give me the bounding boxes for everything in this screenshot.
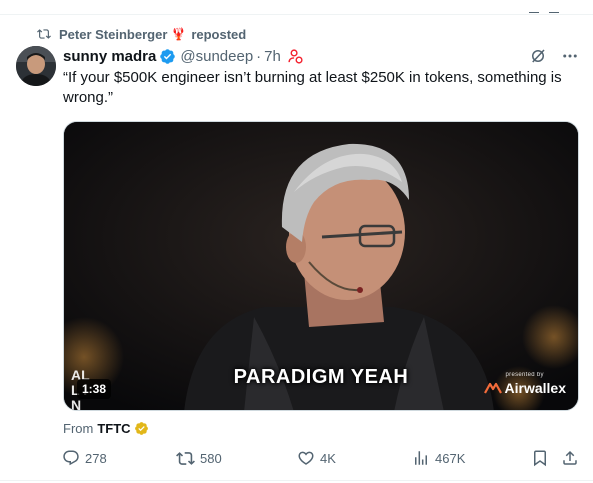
views-icon [415,451,427,465]
repost-button[interactable]: 580 [176,449,222,468]
tweet-header: sunny madra @sundeep · 7h [63,46,304,66]
sponsor-watermark: presented by Airwallex [483,372,566,396]
bottom-divider [0,480,593,481]
media-source: From TFTC [63,419,149,437]
repost-icon [37,29,51,39]
subscribe-icon[interactable] [287,48,304,65]
meta-separator: · [256,47,262,65]
repost-label: reposted [191,26,247,42]
previous-post-actions-edge [519,0,579,13]
airwallex-logo-icon [483,382,502,394]
sponsor-name: Airwallex [504,380,566,396]
repost-count: 580 [200,451,222,466]
gold-badge-icon[interactable] [134,421,149,436]
repost-context: Peter Steinberger 🦞 reposted [37,25,246,43]
reply-button[interactable]: 278 [62,449,107,467]
bookmark-icon [534,450,546,467]
avatar[interactable] [16,46,56,86]
author-handle[interactable]: @sundeep [180,48,253,65]
more-icon[interactable] [561,47,579,65]
tweet-header-actions [529,46,579,66]
views-button[interactable]: 467K [412,449,465,467]
tweet-text: “If your $500K engineer isn’t burning at… [63,69,562,106]
repost-icon [176,452,195,465]
view-count: 467K [435,450,466,466]
reply-icon [63,450,79,466]
lobster-icon: 🦞 [171,27,187,41]
post-time[interactable]: 7h [264,48,281,65]
video-duration: 1:38 [77,379,112,399]
video-player[interactable]: ALL IN PARADIGM YEAH 1:38 presented by A… [63,121,579,411]
from-label: From [63,420,94,436]
like-button[interactable]: 4K [297,449,336,467]
reply-count: 278 [85,450,107,466]
bookmark-button[interactable] [531,449,554,467]
share-button[interactable] [561,449,584,467]
reposter-name[interactable]: Peter Steinberger [59,27,167,42]
top-divider [0,14,593,15]
grok-icon[interactable] [529,47,547,65]
verified-badge-icon[interactable] [159,48,176,65]
action-bar: 278 580 4K 467K [60,449,585,469]
sponsor-label: presented by [505,372,544,378]
like-icon [298,451,314,465]
share-icon [563,450,577,465]
author-name[interactable]: sunny madra [63,48,156,65]
from-source-link[interactable]: TFTC [97,421,130,436]
like-count: 4K [320,450,336,466]
